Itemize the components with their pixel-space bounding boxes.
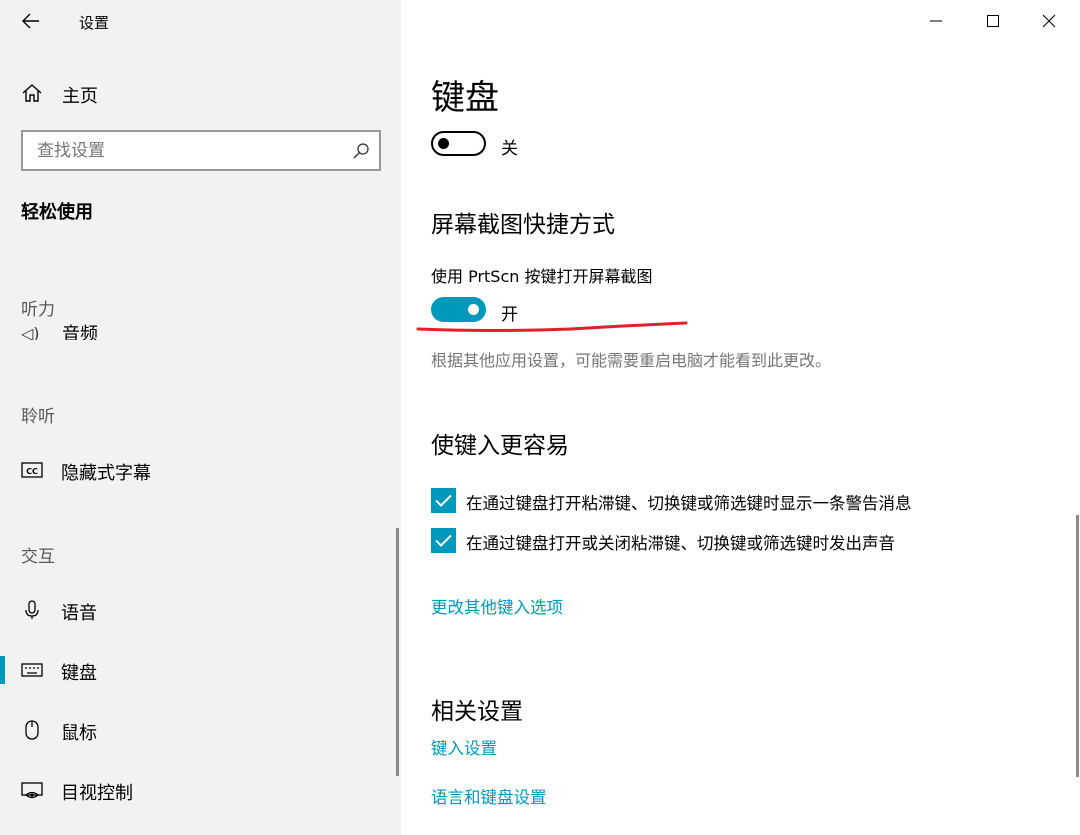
maximize-icon — [987, 15, 999, 27]
sidebar-item-label: 隐藏式字幕 — [61, 463, 151, 484]
app-title: 设置 — [79, 14, 110, 32]
keyboard-icon — [21, 663, 43, 677]
content-pane: 键盘 关 屏幕截图快捷方式 使用 PrtScn 按键打开屏幕截图 开 根据其他应… — [401, 0, 1080, 835]
microphone-icon — [25, 600, 39, 619]
search-box[interactable] — [21, 130, 381, 171]
sidebar-item-audio[interactable]: ◁) 音频 — [0, 316, 401, 340]
maximize-button[interactable] — [965, 0, 1021, 42]
sidebar-item-keyboard[interactable]: 键盘 — [0, 650, 401, 690]
home-icon — [22, 84, 42, 102]
minimize-icon — [930, 20, 942, 22]
sidebar-item-home[interactable]: 主页 — [0, 76, 401, 110]
sidebar-scrollbar[interactable] — [396, 528, 399, 776]
prtscn-toggle-state-label: 开 — [501, 305, 518, 325]
sidebar-item-label: 音频 — [62, 324, 98, 340]
group-header-listening: 聆听 — [21, 407, 55, 427]
sidebar: 设置 主页 轻松使用 听力 ◁) 音频 聆听 CC 隐藏式 — [0, 0, 401, 835]
content-scrollbar[interactable] — [1076, 515, 1079, 777]
category-title: 轻松使用 — [21, 202, 93, 223]
prtscn-toggle[interactable] — [431, 297, 486, 322]
sound-checkbox[interactable] — [431, 528, 456, 553]
sidebar-item-label: 鼠标 — [61, 723, 97, 744]
sidebar-item-speech[interactable]: 语音 — [0, 590, 401, 630]
section-title-related: 相关设置 — [431, 699, 523, 725]
sidebar-item-eye-control[interactable]: 目视控制 — [0, 770, 401, 810]
toggle-knob — [468, 304, 479, 315]
keyboard-toggle[interactable] — [431, 131, 486, 156]
settings-window: 设置 主页 轻松使用 听力 ◁) 音频 聆听 CC 隐藏式 — [0, 0, 1080, 835]
toggle-state-label: 关 — [501, 139, 518, 159]
svg-text:CC: CC — [26, 467, 38, 476]
close-icon — [1042, 14, 1056, 28]
sidebar-item-label: 目视控制 — [61, 783, 133, 804]
language-keyboard-settings-link[interactable]: 语言和键盘设置 — [431, 784, 547, 808]
mouse-icon — [25, 720, 39, 740]
checkbox-label: 在通过键盘打开或关闭粘滞键、切换键或筛选键时发出声音 — [466, 534, 895, 553]
typing-settings-link[interactable]: 键入设置 — [431, 735, 497, 759]
warning-checkbox[interactable] — [431, 488, 456, 513]
sidebar-item-label: 语音 — [61, 603, 97, 624]
back-arrow-icon — [22, 13, 39, 29]
more-typing-options-link[interactable]: 更改其他键入选项 — [431, 594, 563, 618]
checkbox-label: 在通过键盘打开粘滞键、切换键或筛选键时显示一条警告消息 — [466, 494, 912, 513]
checkbox-row-warning[interactable]: 在通过键盘打开粘滞键、切换键或筛选键时显示一条警告消息 — [431, 488, 1051, 514]
speaker-icon: ◁) — [21, 324, 40, 340]
sidebar-item-label: 键盘 — [61, 663, 97, 684]
minimize-button[interactable] — [908, 0, 964, 42]
checkmark-icon — [435, 494, 452, 507]
toggle-knob — [438, 138, 449, 149]
search-icon[interactable] — [352, 142, 370, 160]
close-button[interactable] — [1021, 0, 1077, 42]
sidebar-item-captions[interactable]: CC 隐藏式字幕 — [0, 450, 401, 490]
sidebar-item-mouse[interactable]: 鼠标 — [0, 710, 401, 750]
group-header-interaction: 交互 — [21, 547, 55, 567]
checkbox-row-sound[interactable]: 在通过键盘打开或关闭粘滞键、切换键或筛选键时发出声音 — [431, 528, 1051, 554]
prtscn-setting-label: 使用 PrtScn 按键打开屏幕截图 — [431, 267, 653, 286]
back-button[interactable] — [17, 8, 45, 34]
section-title-screenshot: 屏幕截图快捷方式 — [431, 212, 615, 238]
page-title: 键盘 — [431, 78, 499, 118]
sidebar-item-label: 主页 — [62, 86, 98, 107]
cc-icon: CC — [21, 462, 43, 478]
restart-hint: 根据其他应用设置，可能需要重启电脑才能看到此更改。 — [431, 351, 832, 370]
checkmark-icon — [435, 534, 452, 547]
eye-control-icon — [21, 782, 43, 799]
section-title-typing: 使键入更容易 — [431, 433, 569, 459]
search-input[interactable] — [23, 132, 343, 169]
selection-indicator — [0, 656, 5, 684]
